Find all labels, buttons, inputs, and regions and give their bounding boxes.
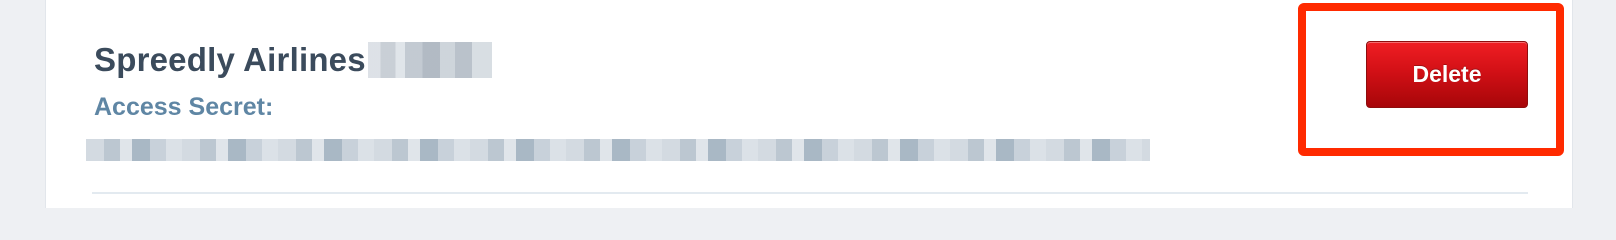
access-secret-label: Access Secret:: [94, 93, 274, 121]
app-title-row: Spreedly Airlines: [94, 40, 492, 80]
redacted-app-id: [367, 42, 492, 78]
redacted-access-secret: [86, 132, 1150, 168]
divider: [92, 192, 1528, 194]
delete-button[interactable]: Delete: [1366, 41, 1528, 108]
app-name: Spreedly Airlines: [94, 41, 366, 78]
page: Spreedly Airlines Access Secret: Delete: [0, 0, 1616, 208]
